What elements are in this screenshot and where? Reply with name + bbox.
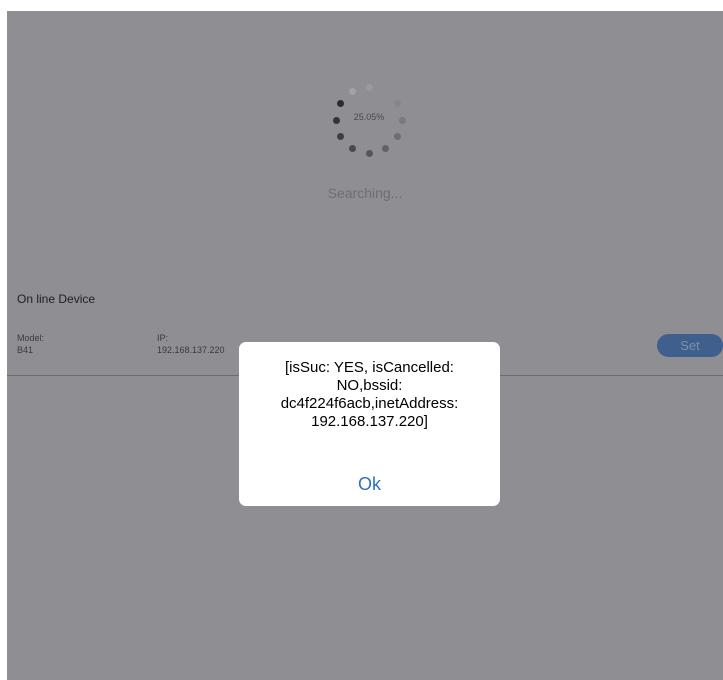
spinner-dot: [349, 145, 356, 153]
progress-percent: 25.05%: [353, 112, 385, 122]
spinner-dot: [382, 145, 389, 153]
spinner-dot: [336, 133, 344, 140]
set-button[interactable]: Set: [657, 334, 723, 357]
ip-value: 192.168.137.220: [157, 345, 225, 355]
section-title: On line Device: [17, 292, 96, 306]
ok-button[interactable]: Ok: [239, 474, 500, 495]
model-label: Model:: [17, 333, 45, 343]
dialog-message: [isSuc: YES, isCancelled: NO,bssid: dc4f…: [280, 359, 459, 430]
alert-dialog: [isSuc: YES, isCancelled: NO,bssid: dc4f…: [239, 342, 500, 506]
spinner-dot: [394, 133, 402, 140]
spinner-dot: [382, 87, 389, 95]
spinner-dot: [365, 149, 373, 157]
spinner-dot: [394, 100, 402, 107]
searching-status: Searching...: [327, 185, 403, 201]
spinner-dot: [336, 100, 344, 107]
spinner-dot: [365, 83, 373, 91]
spinner-dot: [349, 87, 356, 95]
loading-spinner-icon: 25.05%: [324, 75, 414, 165]
ip-label: IP:: [157, 333, 169, 343]
model-value: B41: [17, 345, 34, 355]
app-screen: 25.05% Searching... On line Device Model…: [7, 11, 723, 680]
